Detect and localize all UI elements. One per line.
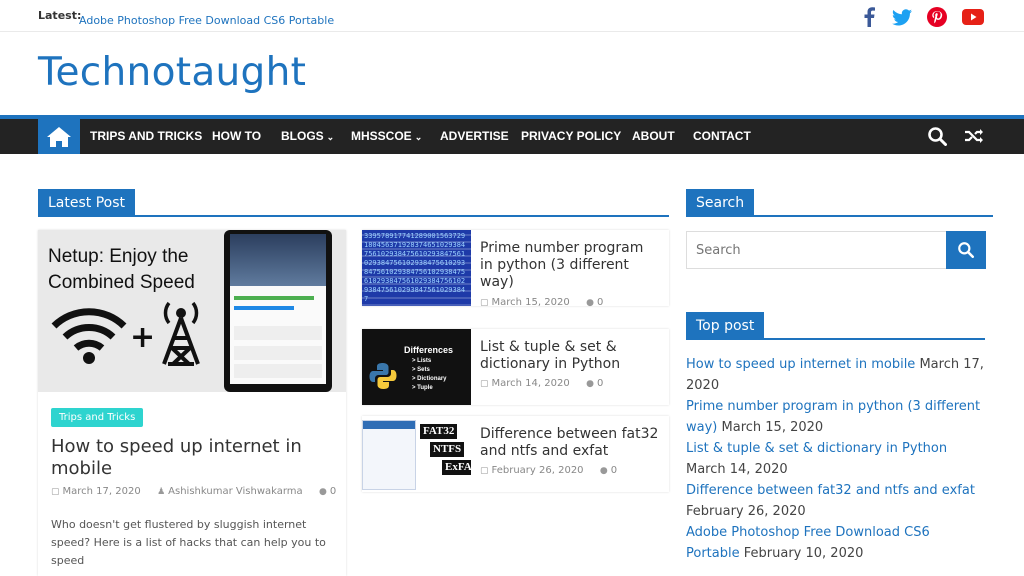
top-post-link[interactable]: List & tuple & set & dictionary in Pytho… — [686, 441, 947, 456]
latest-label: Latest: — [38, 9, 82, 22]
post-card[interactable]: FAT32 NTFS ExFAT Difference between fat3… — [362, 416, 669, 492]
post-card[interactable]: 3395789177412890015637291804563719283746… — [362, 230, 669, 308]
home-icon — [47, 126, 71, 147]
facebook-icon[interactable] — [858, 6, 880, 28]
list-item: Adobe Photoshop Free Download CS6 Portab… — [686, 522, 986, 564]
calendar-icon: ▢ — [480, 466, 489, 476]
calendar-icon: ▢ — [480, 379, 489, 389]
top-post-date: February 10, 2020 — [743, 546, 864, 561]
nav-item-about[interactable]: ABOUT — [632, 129, 675, 143]
tower-icon — [162, 301, 200, 366]
thumbnail-list-item: > Lists — [412, 358, 432, 364]
thumbnail-title: Differences — [404, 345, 454, 355]
thumbnail-label: FAT32 — [420, 424, 458, 439]
featured-image-text: Combined Speed — [48, 272, 195, 293]
nav-item-mhsscoe[interactable]: MHSSCOE ⌄ — [351, 129, 422, 143]
nav-item-contact[interactable]: CONTACT — [693, 129, 751, 143]
top-bar: Latest: Adobe Photoshop Free Download CS… — [0, 0, 1024, 32]
comment-count[interactable]: 0 — [597, 378, 603, 389]
featured-image-text: Netup: Enjoy the — [48, 246, 189, 267]
thumbnail-label: ExFAT — [442, 460, 471, 475]
youtube-icon[interactable] — [962, 6, 984, 28]
post-thumbnail[interactable]: 3395789177412890015637291804563719283746… — [362, 230, 471, 306]
search-button[interactable] — [946, 231, 986, 269]
chevron-down-icon: ⌄ — [326, 132, 335, 142]
comment-count[interactable]: 0 — [330, 486, 336, 497]
post-author[interactable]: Ashishkumar Vishwakarma — [168, 486, 303, 497]
twitter-icon[interactable] — [891, 6, 913, 28]
search-widget-heading: Search — [686, 189, 993, 217]
site-title[interactable]: Technotaught — [38, 50, 306, 95]
featured-post-excerpt: Who doesn't get flustered by sluggish in… — [51, 518, 326, 567]
chevron-down-icon: ⌄ — [414, 132, 423, 142]
post-meta: ▢ February 26, 2020 ● 0 — [480, 465, 617, 476]
post-date[interactable]: February 26, 2020 — [492, 465, 584, 476]
search-icon — [958, 242, 974, 258]
wifi-icon — [51, 308, 127, 364]
post-thumbnail[interactable]: FAT32 NTFS ExFAT — [362, 416, 471, 492]
calendar-icon: ▢ — [480, 298, 489, 308]
thumbnail-list-item: > Tuple — [412, 385, 433, 391]
random-post-icon[interactable] — [963, 125, 985, 147]
latest-news-link[interactable]: Adobe Photoshop Free Download CS6 Portab… — [79, 14, 334, 27]
top-post-link[interactable]: Difference between fat32 and ntfs and ex… — [686, 483, 975, 498]
thumbnail-list-item: > Dictionary — [412, 376, 447, 382]
plus-sign: + — [130, 320, 156, 355]
phone-illustration — [224, 230, 332, 392]
nav-item-privacy-policy[interactable]: PRIVACY POLICY — [521, 129, 621, 143]
calendar-icon: ▢ — [51, 487, 60, 497]
nav-item-how-to[interactable]: HOW TO — [212, 129, 261, 143]
nav-item-trips-and-tricks[interactable]: TRIPS AND TRICKS — [90, 129, 202, 143]
featured-post-title[interactable]: How to speed up internet in mobile — [51, 436, 331, 480]
dialog-window-image — [362, 420, 416, 490]
top-post-heading: Top post — [686, 312, 985, 340]
pinterest-icon[interactable] — [926, 6, 948, 28]
top-post-date: February 26, 2020 — [686, 504, 806, 519]
list-item: Difference between fat32 and ntfs and ex… — [686, 480, 986, 522]
featured-post-image[interactable]: Netup: Enjoy the Combined Speed + — [38, 230, 346, 392]
top-post-date: March 14, 2020 — [686, 462, 788, 477]
list-item: How to speed up internet in mobile March… — [686, 354, 986, 396]
latest-post-heading: Latest Post — [38, 189, 669, 217]
featured-post-meta: ▢ March 17, 2020 ♟ Ashishkumar Vishwakarma… — [51, 486, 336, 497]
search-field[interactable] — [686, 231, 947, 269]
post-date[interactable]: March 17, 2020 — [63, 486, 141, 497]
post-thumbnail[interactable]: Differences > Lists > Sets > Dictionary … — [362, 329, 471, 405]
post-meta: ▢ March 14, 2020 ● 0 — [480, 378, 603, 389]
search-input[interactable] — [687, 232, 946, 268]
list-item: List & tuple & set & dictionary in Pytho… — [686, 438, 986, 480]
python-logo-icon — [369, 363, 397, 389]
post-title[interactable]: Difference between fat32 and ntfs and ex… — [480, 426, 660, 460]
thumbnail-list-item: > Sets — [412, 367, 430, 373]
binary-code-image: 3395789177412890015637291804563719283746… — [364, 232, 466, 303]
post-card[interactable]: Differences > Lists > Sets > Dictionary … — [362, 329, 669, 405]
post-date[interactable]: March 14, 2020 — [492, 378, 570, 389]
post-date[interactable]: March 15, 2020 — [492, 297, 570, 308]
post-title[interactable]: Prime number program in python (3 differ… — [480, 240, 660, 291]
comment-icon: ● — [586, 379, 594, 389]
home-button[interactable] — [38, 119, 80, 154]
comment-count[interactable]: 0 — [611, 465, 617, 476]
top-post-date: March 15, 2020 — [721, 420, 824, 435]
post-meta: ▢ March 15, 2020 ● 0 — [480, 297, 603, 308]
comment-icon: ● — [599, 466, 608, 476]
search-icon[interactable] — [926, 125, 948, 147]
top-post-link[interactable]: How to speed up internet in mobile — [686, 357, 915, 372]
user-icon: ♟ — [157, 487, 166, 497]
top-post-list: How to speed up internet in mobile March… — [686, 354, 986, 564]
featured-post[interactable]: Netup: Enjoy the Combined Speed + Trips … — [38, 230, 346, 576]
comment-icon: ● — [586, 298, 594, 308]
comment-icon: ● — [319, 487, 327, 497]
category-tag[interactable]: Trips and Tricks — [51, 408, 144, 427]
thumbnail-label: NTFS — [430, 442, 465, 457]
nav-item-advertise[interactable]: ADVERTISE — [440, 129, 509, 143]
main-nav: TRIPS AND TRICKS HOW TO BLOGS ⌄ MHSSCOE ⌄ … — [0, 115, 1024, 154]
list-item: Prime number program in python (3 differ… — [686, 396, 986, 438]
nav-item-blogs[interactable]: BLOGS ⌄ — [281, 129, 334, 143]
comment-count[interactable]: 0 — [597, 297, 603, 308]
post-title[interactable]: List & tuple & set & dictionary in Pytho… — [480, 339, 660, 373]
